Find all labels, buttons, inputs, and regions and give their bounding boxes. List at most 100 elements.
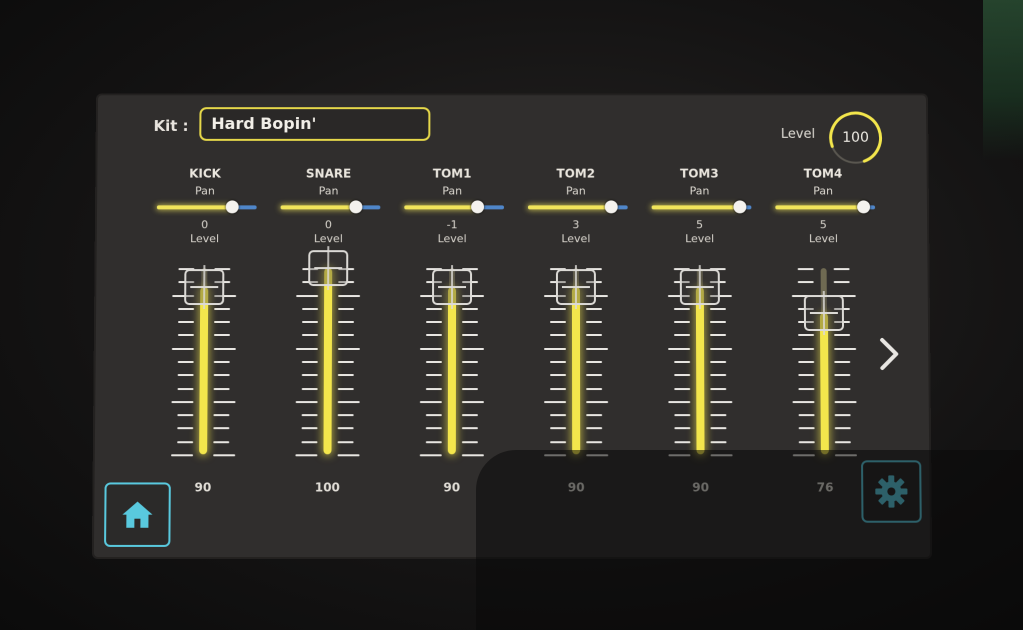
level-label: Level	[640, 232, 760, 245]
level-label: Level	[145, 232, 265, 245]
fader-tick	[835, 441, 851, 443]
fader-cap[interactable]	[432, 269, 472, 305]
fader-tick	[302, 374, 318, 376]
fader-tick	[426, 414, 442, 416]
channel-name: TOM3	[640, 167, 760, 181]
fader-cap[interactable]	[556, 269, 596, 305]
pan-slider-thumb[interactable]	[857, 200, 870, 213]
fader-tick	[834, 388, 850, 390]
fader-tick	[338, 428, 354, 430]
fader-tick	[710, 321, 726, 323]
pan-slider-fill	[652, 205, 739, 209]
pan-slider-fill	[404, 205, 476, 209]
pan-label: Pan	[269, 185, 389, 198]
level-fader[interactable]	[536, 260, 616, 460]
fader-tick	[338, 321, 354, 323]
fader-tick	[834, 348, 856, 350]
pan-label: Pan	[145, 185, 265, 198]
screen-reflection	[476, 450, 1023, 630]
fader-cap[interactable]	[308, 250, 348, 286]
kit-name-field[interactable]: Hard Bopin'	[199, 107, 430, 141]
fader-tick	[586, 374, 602, 376]
pan-label: Pan	[392, 185, 512, 198]
fader-tick	[177, 414, 193, 416]
fader-tick	[674, 361, 690, 363]
fader-cap[interactable]	[184, 269, 224, 305]
fader-tick	[674, 441, 690, 443]
level-fader[interactable]	[163, 260, 244, 460]
fader-tick	[338, 361, 354, 363]
fader-tick	[711, 441, 727, 443]
channel-strip-snare: SNARE Pan 0 Level 100	[267, 165, 388, 505]
fader-tick	[550, 334, 566, 336]
fader-tick	[586, 441, 602, 443]
fader-tick	[835, 401, 857, 403]
fader-tick	[674, 374, 690, 376]
fader-tick	[550, 374, 566, 376]
pan-slider-thumb[interactable]	[733, 200, 746, 213]
fader-tick	[214, 348, 236, 350]
fader-tick	[586, 388, 602, 390]
fader-tick	[177, 441, 193, 443]
fader-tick	[462, 388, 478, 390]
pan-slider-thumb[interactable]	[471, 200, 484, 213]
level-fader[interactable]	[784, 260, 865, 460]
fader-tick	[338, 308, 354, 310]
fader-tick	[426, 441, 442, 443]
master-level-knob[interactable]: 100	[827, 109, 885, 166]
pan-slider-thumb[interactable]	[349, 200, 362, 213]
fader-tick	[674, 308, 690, 310]
fader-tick	[835, 414, 851, 416]
fader-tick	[213, 414, 229, 416]
fader-tick	[338, 414, 354, 416]
fader-tick	[338, 374, 354, 376]
fader-rail-fill	[199, 287, 208, 455]
fader-tick	[586, 414, 602, 416]
fader-tick	[426, 308, 442, 310]
pan-slider-thumb[interactable]	[226, 200, 239, 213]
fader-tick	[799, 414, 815, 416]
fader-tick	[586, 361, 602, 363]
level-fader[interactable]	[287, 260, 368, 460]
fader-cap[interactable]	[680, 269, 720, 305]
fader-tick	[178, 321, 194, 323]
next-page-button[interactable]	[874, 334, 904, 374]
fader-tick	[798, 281, 814, 283]
level-fader[interactable]	[660, 260, 741, 460]
fader-tick	[302, 428, 318, 430]
fader-tick	[462, 414, 478, 416]
pan-value: -1	[392, 218, 512, 231]
fader-tick	[799, 428, 815, 430]
fader-tick	[338, 388, 354, 390]
fader-cap[interactable]	[804, 295, 844, 331]
fader-tick	[301, 441, 317, 443]
fader-tick	[834, 281, 850, 283]
fader-tick	[710, 361, 726, 363]
home-button[interactable]	[104, 482, 171, 546]
fader-tick	[213, 428, 229, 430]
fader-tick	[462, 334, 478, 336]
fader-tick	[586, 401, 608, 403]
fader-tick	[178, 374, 194, 376]
level-fader[interactable]	[412, 260, 492, 460]
fader-tick	[302, 414, 318, 416]
fader-tick	[426, 374, 442, 376]
pan-slider-thumb[interactable]	[604, 200, 617, 213]
fader-tick	[302, 388, 318, 390]
fader-tick	[302, 308, 318, 310]
fader-tick	[550, 308, 566, 310]
kit-label: Kit :	[153, 117, 188, 135]
device-bezel-edge	[983, 0, 1023, 160]
fader-tick	[798, 334, 814, 336]
fader-tick	[710, 374, 726, 376]
fader-tick	[710, 414, 726, 416]
fader-tick	[177, 428, 193, 430]
fader-tick	[462, 454, 484, 456]
fader-rail-fill	[696, 287, 705, 455]
master-level-value: 100	[827, 109, 885, 166]
fader-tick	[550, 388, 566, 390]
fader-tick	[214, 321, 230, 323]
fader-tick	[426, 334, 442, 336]
fader-tick	[178, 308, 194, 310]
fader-tick	[798, 361, 814, 363]
